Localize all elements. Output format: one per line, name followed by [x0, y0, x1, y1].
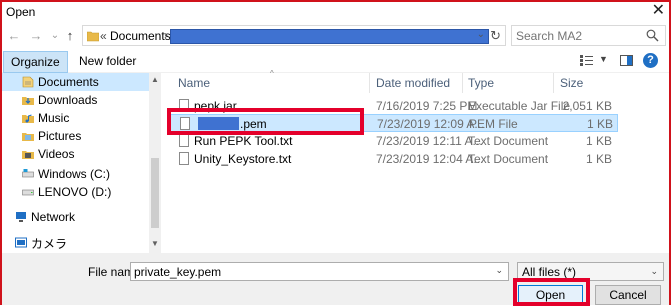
forward-arrow-icon[interactable]: →	[28, 27, 44, 45]
sidebar-item-camera[interactable]: カメラ	[2, 233, 149, 251]
navigation-pane-scrollbar[interactable]: ▲ ▼	[149, 73, 161, 253]
sidebar-item-label: Windows (C:)	[38, 167, 111, 181]
address-bar[interactable]: « Documents › ⌄ ↻	[82, 25, 506, 46]
view-options-icon[interactable]	[580, 55, 593, 66]
column-divider[interactable]	[369, 73, 370, 93]
column-header-type[interactable]: Type	[468, 76, 494, 90]
new-folder-button[interactable]: New folder	[79, 54, 136, 68]
text-file-icon	[179, 152, 189, 165]
documents-icon	[22, 76, 34, 88]
downloads-icon	[22, 97, 34, 105]
column-header-size[interactable]: Size	[560, 76, 583, 90]
path-overflow-icon[interactable]: «	[100, 29, 107, 43]
sidebar-item-music[interactable]: Music	[2, 109, 149, 127]
redacted-path-segment	[170, 29, 489, 44]
sidebar-item-windows-c[interactable]: Windows (C:)	[2, 165, 149, 183]
search-input[interactable]	[516, 28, 641, 43]
preview-pane-icon[interactable]	[620, 55, 633, 66]
breadcrumb-chevron-icon[interactable]: ›	[164, 28, 168, 42]
sidebar-item-label: LENOVO (D:)	[38, 185, 112, 199]
drive-icon	[22, 189, 34, 196]
pictures-icon	[22, 133, 34, 141]
annotation-highlight-open	[513, 278, 590, 306]
column-divider[interactable]	[553, 73, 554, 93]
file-type: Text Document	[468, 152, 549, 166]
sidebar-item-label: Downloads	[38, 93, 98, 107]
sidebar-item-label: Documents	[38, 75, 99, 89]
refresh-icon[interactable]: ↻	[490, 28, 501, 44]
column-header-date[interactable]: Date modified	[376, 76, 450, 90]
file-type-filter-value: All files (*)	[522, 265, 577, 279]
open-file-dialog: Open ✕ ← → ⌄ ↑ « Documents › ⌄ ↻ Organiz…	[0, 0, 671, 306]
file-type: PEM File	[469, 117, 518, 131]
file-name: Unity_Keystore.txt	[194, 152, 292, 166]
navigation-bar: ← → ⌄ ↑ « Documents › ⌄ ↻	[2, 23, 669, 49]
file-size: 1 KB	[585, 152, 612, 166]
network-icon	[16, 212, 26, 222]
scroll-down-icon[interactable]: ▼	[151, 239, 159, 248]
command-toolbar: Organize ▾ New folder ▼ ?	[2, 51, 669, 89]
file-row-unity-keystore[interactable]: Unity_Keystore.txt 7/23/2019 12:04 A... …	[170, 150, 618, 168]
breadcrumb-documents[interactable]: Documents	[110, 29, 171, 43]
back-arrow-icon[interactable]: ←	[6, 27, 22, 45]
sidebar-item-videos[interactable]: Videos	[2, 145, 149, 163]
sidebar-item-label: Network	[31, 210, 76, 224]
file-size: 1 KB	[586, 117, 613, 131]
sidebar-item-lenovo-d[interactable]: LENOVO (D:)	[2, 183, 149, 201]
up-arrow-icon[interactable]: ↑	[62, 27, 78, 45]
sort-ascending-icon: ^	[270, 69, 274, 78]
file-name-field[interactable]: ⌄	[130, 262, 509, 281]
text-file-icon	[179, 134, 189, 147]
title-bar: Open ✕	[2, 2, 669, 22]
sidebar-item-label: カメラ	[31, 237, 68, 251]
camera-icon	[15, 237, 27, 248]
sidebar-item-pictures[interactable]: Pictures	[2, 127, 149, 145]
file-size: 1 KB	[585, 134, 612, 148]
file-type: Text Document	[468, 134, 549, 148]
file-date: 7/23/2019 12:11 A...	[376, 134, 483, 148]
column-divider[interactable]	[462, 73, 463, 93]
scrollbar-thumb[interactable]	[151, 158, 159, 228]
sidebar-item-label: Pictures	[38, 129, 82, 143]
file-name-dropdown-icon[interactable]: ⌄	[495, 265, 503, 276]
view-dropdown-icon[interactable]: ▼	[599, 54, 608, 64]
file-list: ^ Name Date modified Type Size pepk.jar …	[162, 69, 669, 253]
recent-locations-chevron-icon[interactable]: ⌄	[47, 27, 63, 45]
close-icon[interactable]: ✕	[652, 2, 665, 20]
search-box[interactable]	[511, 25, 666, 46]
help-icon[interactable]: ?	[643, 53, 658, 68]
music-icon	[22, 114, 34, 123]
videos-icon	[22, 151, 34, 159]
file-name-input[interactable]	[134, 264, 489, 279]
organize-button[interactable]: Organize ▾	[3, 51, 68, 89]
address-dropdown-icon[interactable]: ⌄	[477, 29, 485, 40]
folder-icon	[87, 31, 99, 42]
navigation-pane: Documents Downloads Music Pictures Video…	[2, 73, 161, 253]
sidebar-item-documents[interactable]: Documents	[2, 73, 149, 91]
filter-dropdown-icon[interactable]: ⌄	[650, 266, 658, 277]
sidebar-item-label: Videos	[38, 147, 75, 161]
annotation-highlight-file	[167, 108, 364, 135]
file-name: Run PEPK Tool.txt	[194, 134, 293, 148]
sidebar-item-label: Music	[38, 111, 70, 125]
file-date: 7/16/2019 7:25 PM	[376, 99, 478, 113]
search-icon	[646, 29, 659, 42]
sidebar-item-downloads[interactable]: Downloads	[2, 91, 149, 109]
scroll-up-icon[interactable]: ▲	[151, 75, 159, 84]
sidebar-item-network[interactable]: Network	[2, 208, 149, 226]
drive-icon	[22, 169, 34, 178]
file-size: 2,051 KB	[562, 99, 612, 113]
column-header-name[interactable]: Name	[178, 76, 210, 90]
dialog-title: Open	[6, 5, 36, 19]
cancel-button[interactable]: Cancel	[595, 285, 661, 305]
